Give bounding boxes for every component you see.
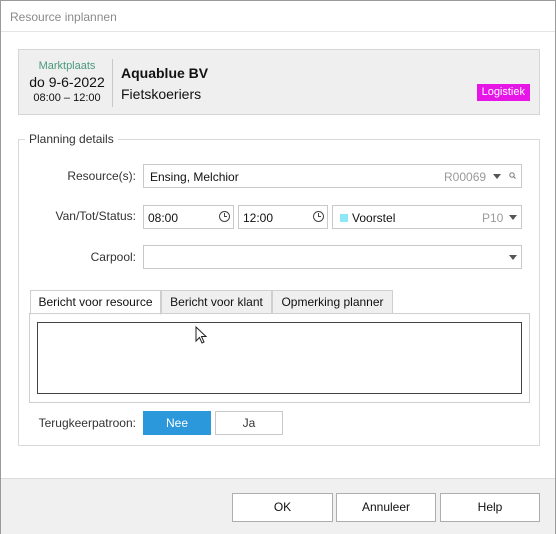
planning-details-legend: Planning details [25, 132, 118, 146]
status-code: P10 [482, 211, 504, 225]
company-name: Aquablue BV [121, 65, 209, 81]
time-range: 08:00 – 12:00 [33, 92, 101, 104]
tab-bericht-voor-klant[interactable]: Bericht voor klant [161, 290, 272, 314]
date-block: Marktplaats do 9-6-2022 08:00 – 12:00 [23, 59, 111, 105]
title-bar: Resource inplannen [1, 1, 555, 32]
tab-opmerking-planner[interactable]: Opmerking planner [272, 290, 393, 314]
cancel-button[interactable]: Annuleer [336, 493, 436, 522]
resource-select[interactable]: Ensing, Melchior R00069 [143, 164, 506, 188]
company-subtitle: Fietskoeriers [121, 86, 202, 102]
status-color-swatch [340, 214, 348, 222]
carpool-label: Carpool: [90, 250, 136, 264]
to-time-field[interactable]: 12:00 [238, 205, 328, 229]
clock-icon[interactable] [313, 211, 324, 222]
resource-lookup-button[interactable] [505, 164, 522, 188]
window-title: Resource inplannen [10, 10, 117, 24]
tab-bericht-voor-resource[interactable]: Bericht voor resource [30, 290, 161, 315]
message-tab-panel [29, 313, 530, 403]
from-time-field[interactable]: 08:00 [143, 205, 234, 229]
resource-label: Resource(s): [67, 169, 136, 183]
carpool-select[interactable] [143, 245, 522, 269]
status-select[interactable]: Voorstel P10 [332, 205, 522, 229]
resource-value: Ensing, Melchior [150, 170, 239, 184]
terugkeerpatroon-label: Terugkeerpatroon: [38, 416, 136, 430]
recurrence-yes-button[interactable]: Ja [215, 411, 283, 435]
chevron-down-icon [509, 215, 517, 220]
resource-inplannen-dialog: Resource inplannen Marktplaats do 9-6-20… [0, 0, 556, 534]
recurrence-no-button[interactable]: Nee [143, 411, 211, 435]
van-tot-status-label: Van/Tot/Status: [55, 209, 137, 223]
appointment-header: Marktplaats do 9-6-2022 08:00 – 12:00 Aq… [18, 49, 540, 115]
help-button[interactable]: Help [440, 493, 540, 522]
message-textarea[interactable] [37, 322, 522, 394]
chevron-down-icon [509, 255, 517, 260]
date-label: Marktplaats [38, 60, 96, 72]
search-icon [509, 172, 516, 179]
clock-icon[interactable] [219, 211, 230, 222]
mouse-cursor-icon [195, 326, 208, 344]
status-value: Voorstel [352, 211, 396, 225]
ok-button[interactable]: OK [232, 493, 333, 522]
dialog-footer: OK Annuleer Help [1, 478, 555, 534]
resource-code: R00069 [444, 170, 487, 184]
date-value: do 9-6-2022 [29, 74, 105, 90]
category-tag: Logistiek [476, 84, 530, 101]
from-time-value: 08:00 [148, 211, 179, 225]
to-time-value: 12:00 [243, 211, 274, 225]
header-divider [112, 59, 113, 107]
chevron-down-icon [493, 174, 501, 179]
